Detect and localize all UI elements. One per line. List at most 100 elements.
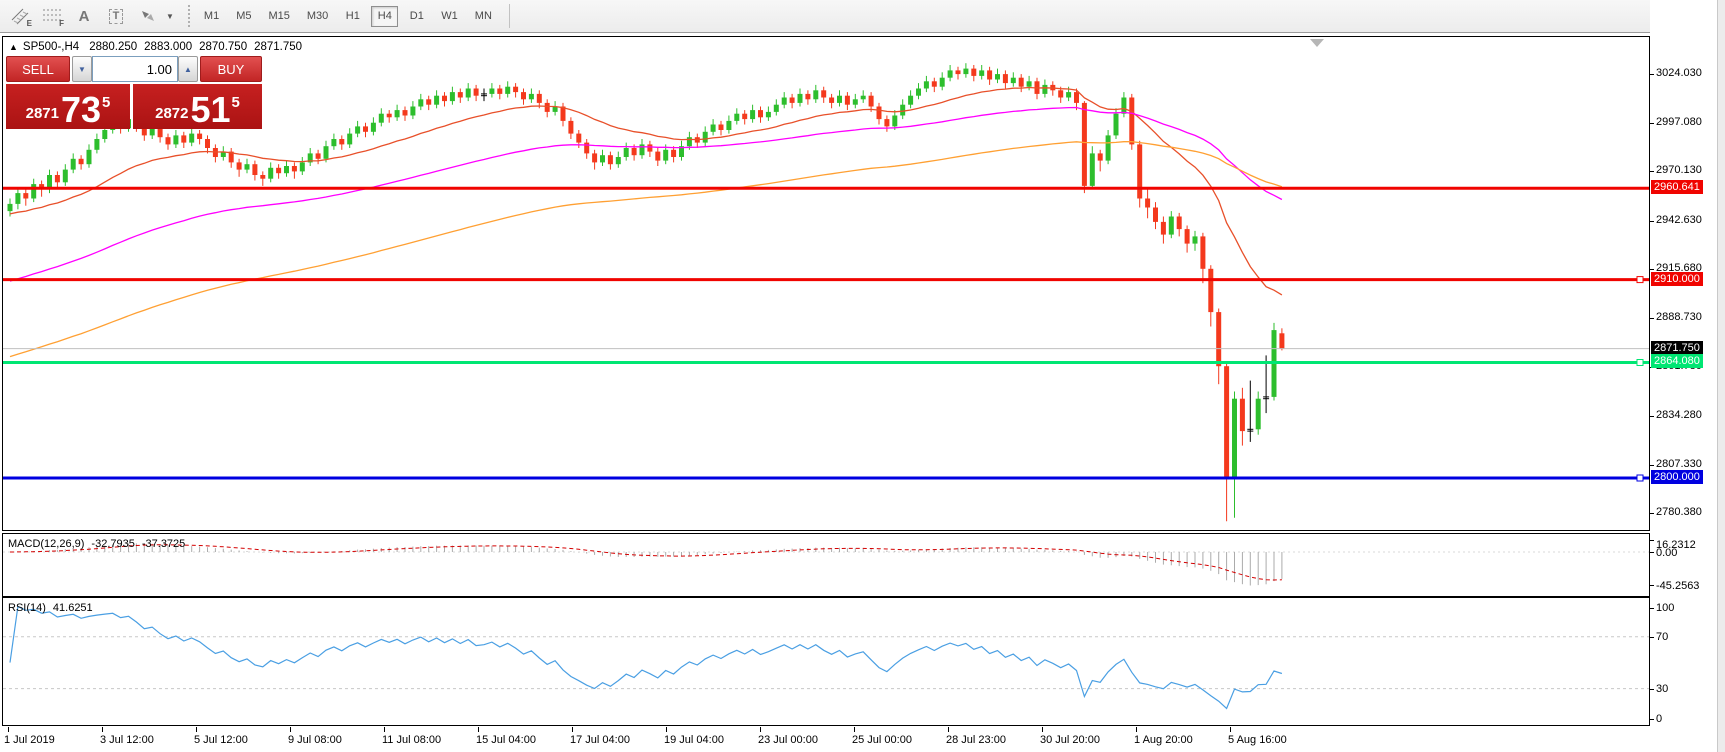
price-tick-label: 2942.630 bbox=[1656, 214, 1702, 226]
price-line-label: 2960.641 bbox=[1651, 180, 1703, 194]
timeframe-button-w1[interactable]: W1 bbox=[435, 6, 464, 27]
timeframe-button-m30[interactable]: M30 bbox=[301, 6, 334, 27]
text-box-button[interactable]: T bbox=[102, 3, 130, 29]
price-tick-label: 2888.730 bbox=[1656, 311, 1702, 323]
macd-name: MACD(12,26,9) bbox=[8, 538, 84, 550]
price-tick-mark bbox=[1650, 171, 1654, 172]
timeframe-button-m5[interactable]: M5 bbox=[230, 6, 257, 27]
symbol-title: SP500-,H4 bbox=[23, 41, 79, 53]
chart-shift-marker-icon[interactable] bbox=[1310, 39, 1324, 47]
volume-increase-button[interactable]: ▲ bbox=[178, 56, 198, 82]
time-tick-mark bbox=[666, 727, 667, 732]
collapse-arrow-icon[interactable]: ▲ bbox=[9, 42, 18, 52]
text-label-button[interactable]: A bbox=[70, 3, 98, 29]
time-tick-label: 9 Jul 08:00 bbox=[288, 734, 342, 746]
macd-main-value: -32.7935 bbox=[91, 538, 134, 550]
timeframe-button-m1[interactable]: M1 bbox=[198, 6, 225, 27]
volume-decrease-button[interactable]: ▼ bbox=[72, 56, 92, 82]
fibonacci-button[interactable]: F bbox=[38, 3, 66, 29]
time-tick-mark bbox=[478, 727, 479, 732]
time-tick-label: 5 Jul 12:00 bbox=[194, 734, 248, 746]
price-line-label: 2910.000 bbox=[1651, 272, 1703, 286]
ask-price-display[interactable]: 2872 51 5 bbox=[133, 84, 262, 129]
time-tick-mark bbox=[102, 727, 103, 732]
rsi-value: 41.6251 bbox=[53, 602, 93, 614]
time-tick-mark bbox=[196, 727, 197, 732]
ohlc-open: 2880.250 bbox=[89, 41, 137, 53]
buy-button[interactable]: BUY bbox=[200, 56, 262, 82]
bid-price-display[interactable]: 2871 73 5 bbox=[6, 84, 130, 129]
rsi-tick-mark bbox=[1650, 637, 1654, 638]
time-tick-mark bbox=[1230, 727, 1231, 732]
time-tick-label: 5 Aug 16:00 bbox=[1228, 734, 1287, 746]
one-click-trading-panel: SELL ▼ ▲ BUY 2871 73 5 2872 51 5 bbox=[6, 56, 262, 129]
rsi-tick-mark bbox=[1650, 689, 1654, 690]
rsi-tick-label: 30 bbox=[1656, 683, 1668, 695]
arrows-dropdown-caret[interactable]: ▼ bbox=[166, 12, 174, 21]
time-tick-label: 15 Jul 04:00 bbox=[476, 734, 536, 746]
price-tick-mark bbox=[1650, 269, 1654, 270]
price-tick-mark bbox=[1650, 465, 1654, 466]
time-tick-mark bbox=[572, 727, 573, 732]
price-tick-label: 2807.330 bbox=[1656, 458, 1702, 470]
price-line-label: 2871.750 bbox=[1651, 341, 1703, 355]
rsi-tick-label: 70 bbox=[1656, 631, 1668, 643]
rsi-tick-label: 100 bbox=[1656, 602, 1674, 614]
timeframe-button-h1[interactable]: H1 bbox=[339, 6, 366, 27]
time-tick-mark bbox=[854, 727, 855, 732]
chart-header: ▲ SP500-,H4 2880.250 2883.000 2870.750 2871.7… bbox=[9, 41, 309, 53]
time-tick-label: 3 Jul 12:00 bbox=[100, 734, 154, 746]
time-tick-mark bbox=[384, 727, 385, 732]
rsi-pane[interactable] bbox=[2, 597, 1650, 726]
rsi-label: RSI(14) 41.6251 bbox=[8, 602, 100, 614]
macd-label: MACD(12,26,9)-32.7935-37.3725 bbox=[8, 538, 192, 550]
sell-button[interactable]: SELL bbox=[6, 56, 70, 82]
time-tick-label: 17 Jul 04:00 bbox=[570, 734, 630, 746]
bid-big-digits: 73 bbox=[61, 93, 101, 126]
rsi-name: RSI(14) bbox=[8, 602, 46, 614]
time-tick-label: 23 Jul 00:00 bbox=[758, 734, 818, 746]
macd-chart bbox=[3, 534, 1649, 596]
toolbar-grip bbox=[188, 5, 190, 27]
time-tick-label: 1 Jul 2019 bbox=[4, 734, 55, 746]
ask-pip-digit: 5 bbox=[232, 94, 240, 111]
macd-tick-mark bbox=[1650, 552, 1654, 553]
time-tick-label: 19 Jul 04:00 bbox=[664, 734, 724, 746]
equidistant-channel-button[interactable]: E bbox=[6, 3, 34, 29]
price-tick-mark bbox=[1650, 74, 1654, 75]
timeframe-button-mn[interactable]: MN bbox=[469, 6, 498, 27]
macd-tick-mark bbox=[1650, 540, 1654, 541]
ask-big-digits: 51 bbox=[190, 93, 230, 126]
macd-tick-mark bbox=[1650, 585, 1654, 586]
text-box-icon: T bbox=[109, 9, 124, 24]
rsi-chart bbox=[3, 598, 1649, 725]
time-tick-label: 1 Aug 20:00 bbox=[1134, 734, 1193, 746]
ohlc-high: 2883.000 bbox=[144, 41, 192, 53]
macd-pane[interactable] bbox=[2, 533, 1650, 597]
rsi-tick-mark bbox=[1650, 719, 1654, 720]
ohlc-close: 2871.750 bbox=[254, 41, 302, 53]
time-tick-mark bbox=[948, 727, 949, 732]
price-tick-mark bbox=[1650, 221, 1654, 222]
rsi-tick-label: 0 bbox=[1656, 713, 1662, 725]
timeframe-button-d1[interactable]: D1 bbox=[403, 6, 430, 27]
price-tick-mark bbox=[1650, 318, 1654, 319]
timeframe-button-h4[interactable]: H4 bbox=[371, 6, 398, 27]
price-tick-mark bbox=[1650, 123, 1654, 124]
rsi-tick-mark bbox=[1650, 608, 1654, 609]
toolbar-separator bbox=[509, 4, 510, 28]
timeframe-button-m15[interactable]: M15 bbox=[262, 6, 295, 27]
time-tick-label: 25 Jul 00:00 bbox=[852, 734, 912, 746]
price-line-label: 2864.080 bbox=[1651, 354, 1703, 368]
volume-input[interactable] bbox=[92, 56, 178, 82]
time-axis[interactable]: 1 Jul 2019 3 Jul 12:00 5 Jul 12:00 9 Jul 08… bbox=[2, 727, 1650, 752]
time-tick-mark bbox=[8, 727, 9, 732]
time-tick-label: 28 Jul 23:00 bbox=[946, 734, 1006, 746]
ask-prefix: 2872 bbox=[155, 105, 188, 122]
window-edge bbox=[1717, 0, 1725, 752]
macd-zero-label: 0.00 bbox=[1656, 547, 1677, 559]
ohlc-low: 2870.750 bbox=[199, 41, 247, 53]
price-axis[interactable]: 3024.0302997.0802970.1302942.6302915.680… bbox=[1650, 0, 1717, 752]
text-label-icon: A bbox=[79, 8, 90, 25]
arrows-tool-button[interactable] bbox=[134, 3, 162, 29]
